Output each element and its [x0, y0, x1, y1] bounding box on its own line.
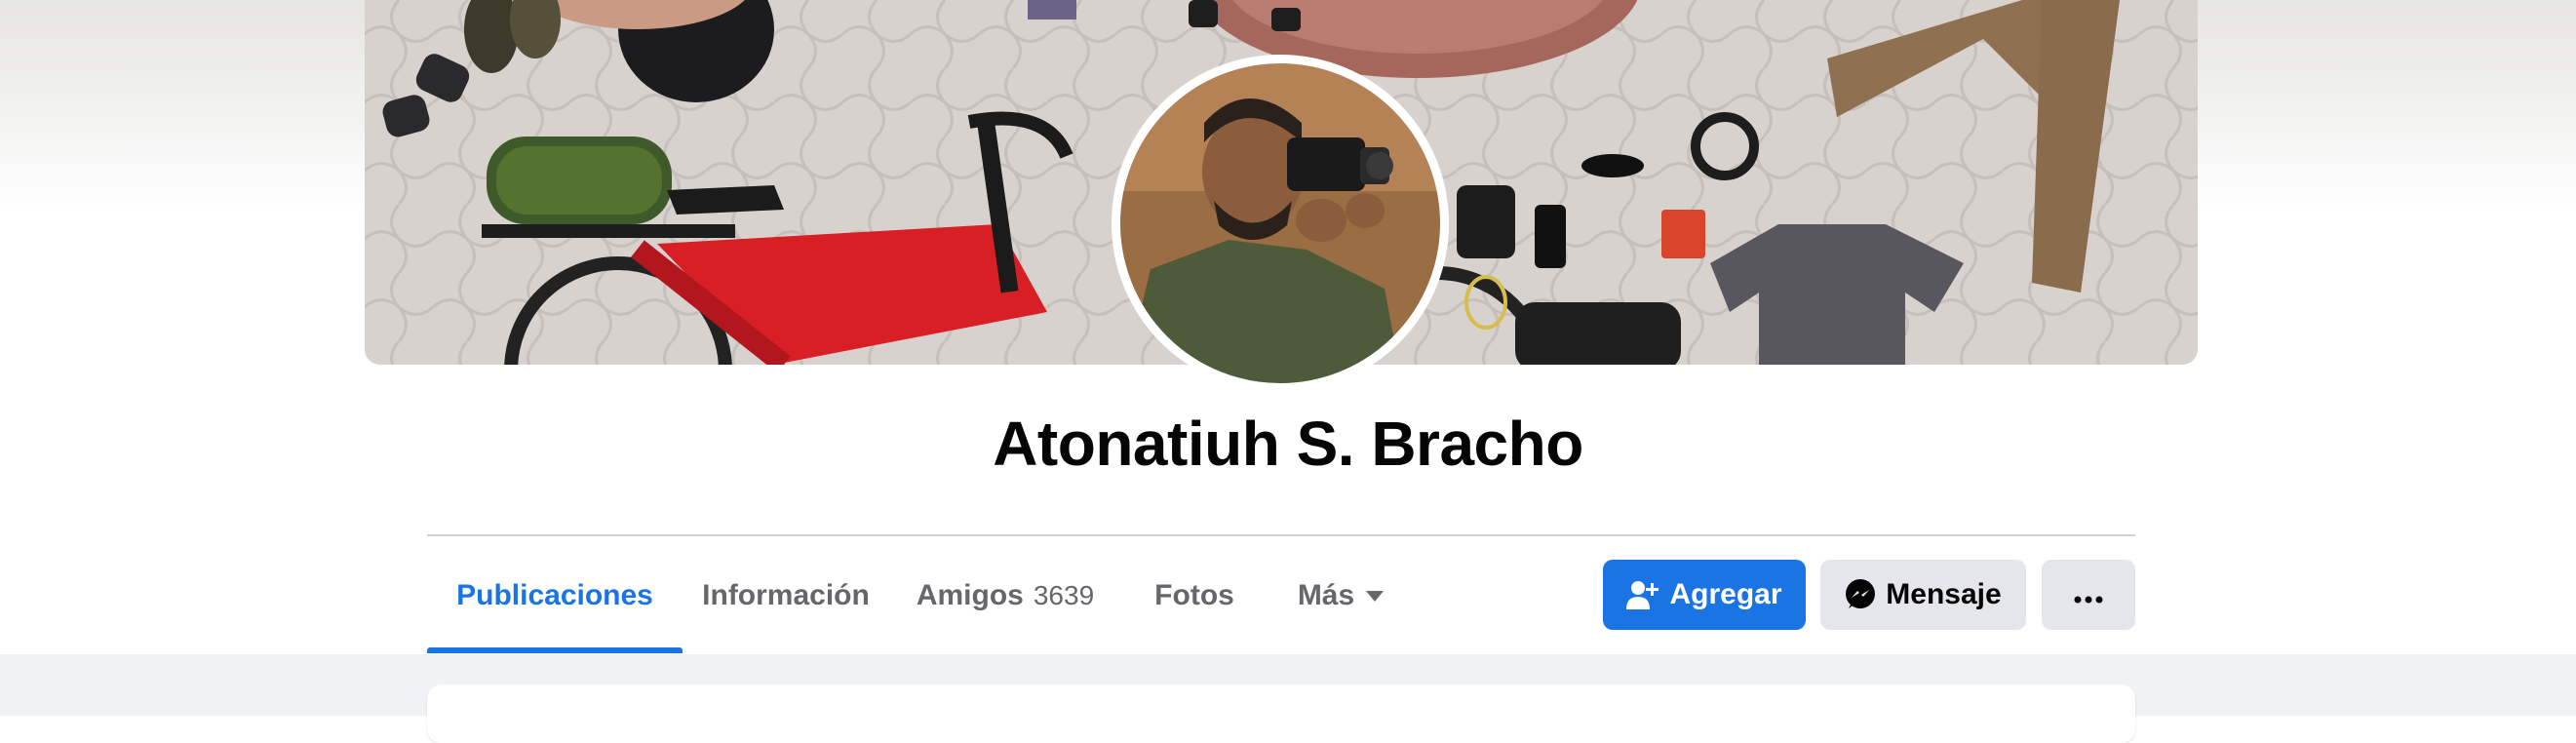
profile-avatar[interactable] — [1112, 55, 1449, 392]
intro-card — [427, 684, 2135, 743]
message-label: Mensaje — [1886, 578, 2002, 610]
tab-mas[interactable]: Más — [1268, 538, 1414, 653]
caret-down-icon — [1366, 590, 1385, 602]
avatar-photo — [1112, 55, 1449, 392]
friends-count: 3639 — [1033, 580, 1095, 610]
tab-label: Más — [1297, 579, 1355, 611]
tab-label: Publicaciones — [456, 579, 653, 611]
message-button[interactable]: Mensaje — [1820, 560, 2026, 630]
tab-label: Información — [702, 579, 870, 611]
add-friend-button[interactable]: Agregar — [1603, 560, 1806, 630]
tab-fotos[interactable]: Fotos — [1121, 538, 1268, 653]
active-tab-indicator — [427, 647, 683, 653]
tab-amigos[interactable]: Amigos 3639 — [889, 538, 1121, 653]
add-friend-label: Agregar — [1669, 578, 1782, 610]
tab-label: Amigos — [916, 579, 1024, 611]
tab-publicaciones[interactable]: Publicaciones — [427, 538, 683, 653]
tabs-divider — [427, 534, 2135, 536]
messenger-icon — [1845, 579, 1876, 610]
more-options-button[interactable] — [2042, 560, 2135, 630]
tab-label: Fotos — [1154, 579, 1234, 611]
more-dots-icon — [2074, 578, 2103, 611]
profile-name: Atonatiuh S. Bracho — [993, 409, 1583, 479]
tab-informacion[interactable]: Información — [683, 538, 889, 653]
add-friend-icon — [1626, 580, 1659, 609]
